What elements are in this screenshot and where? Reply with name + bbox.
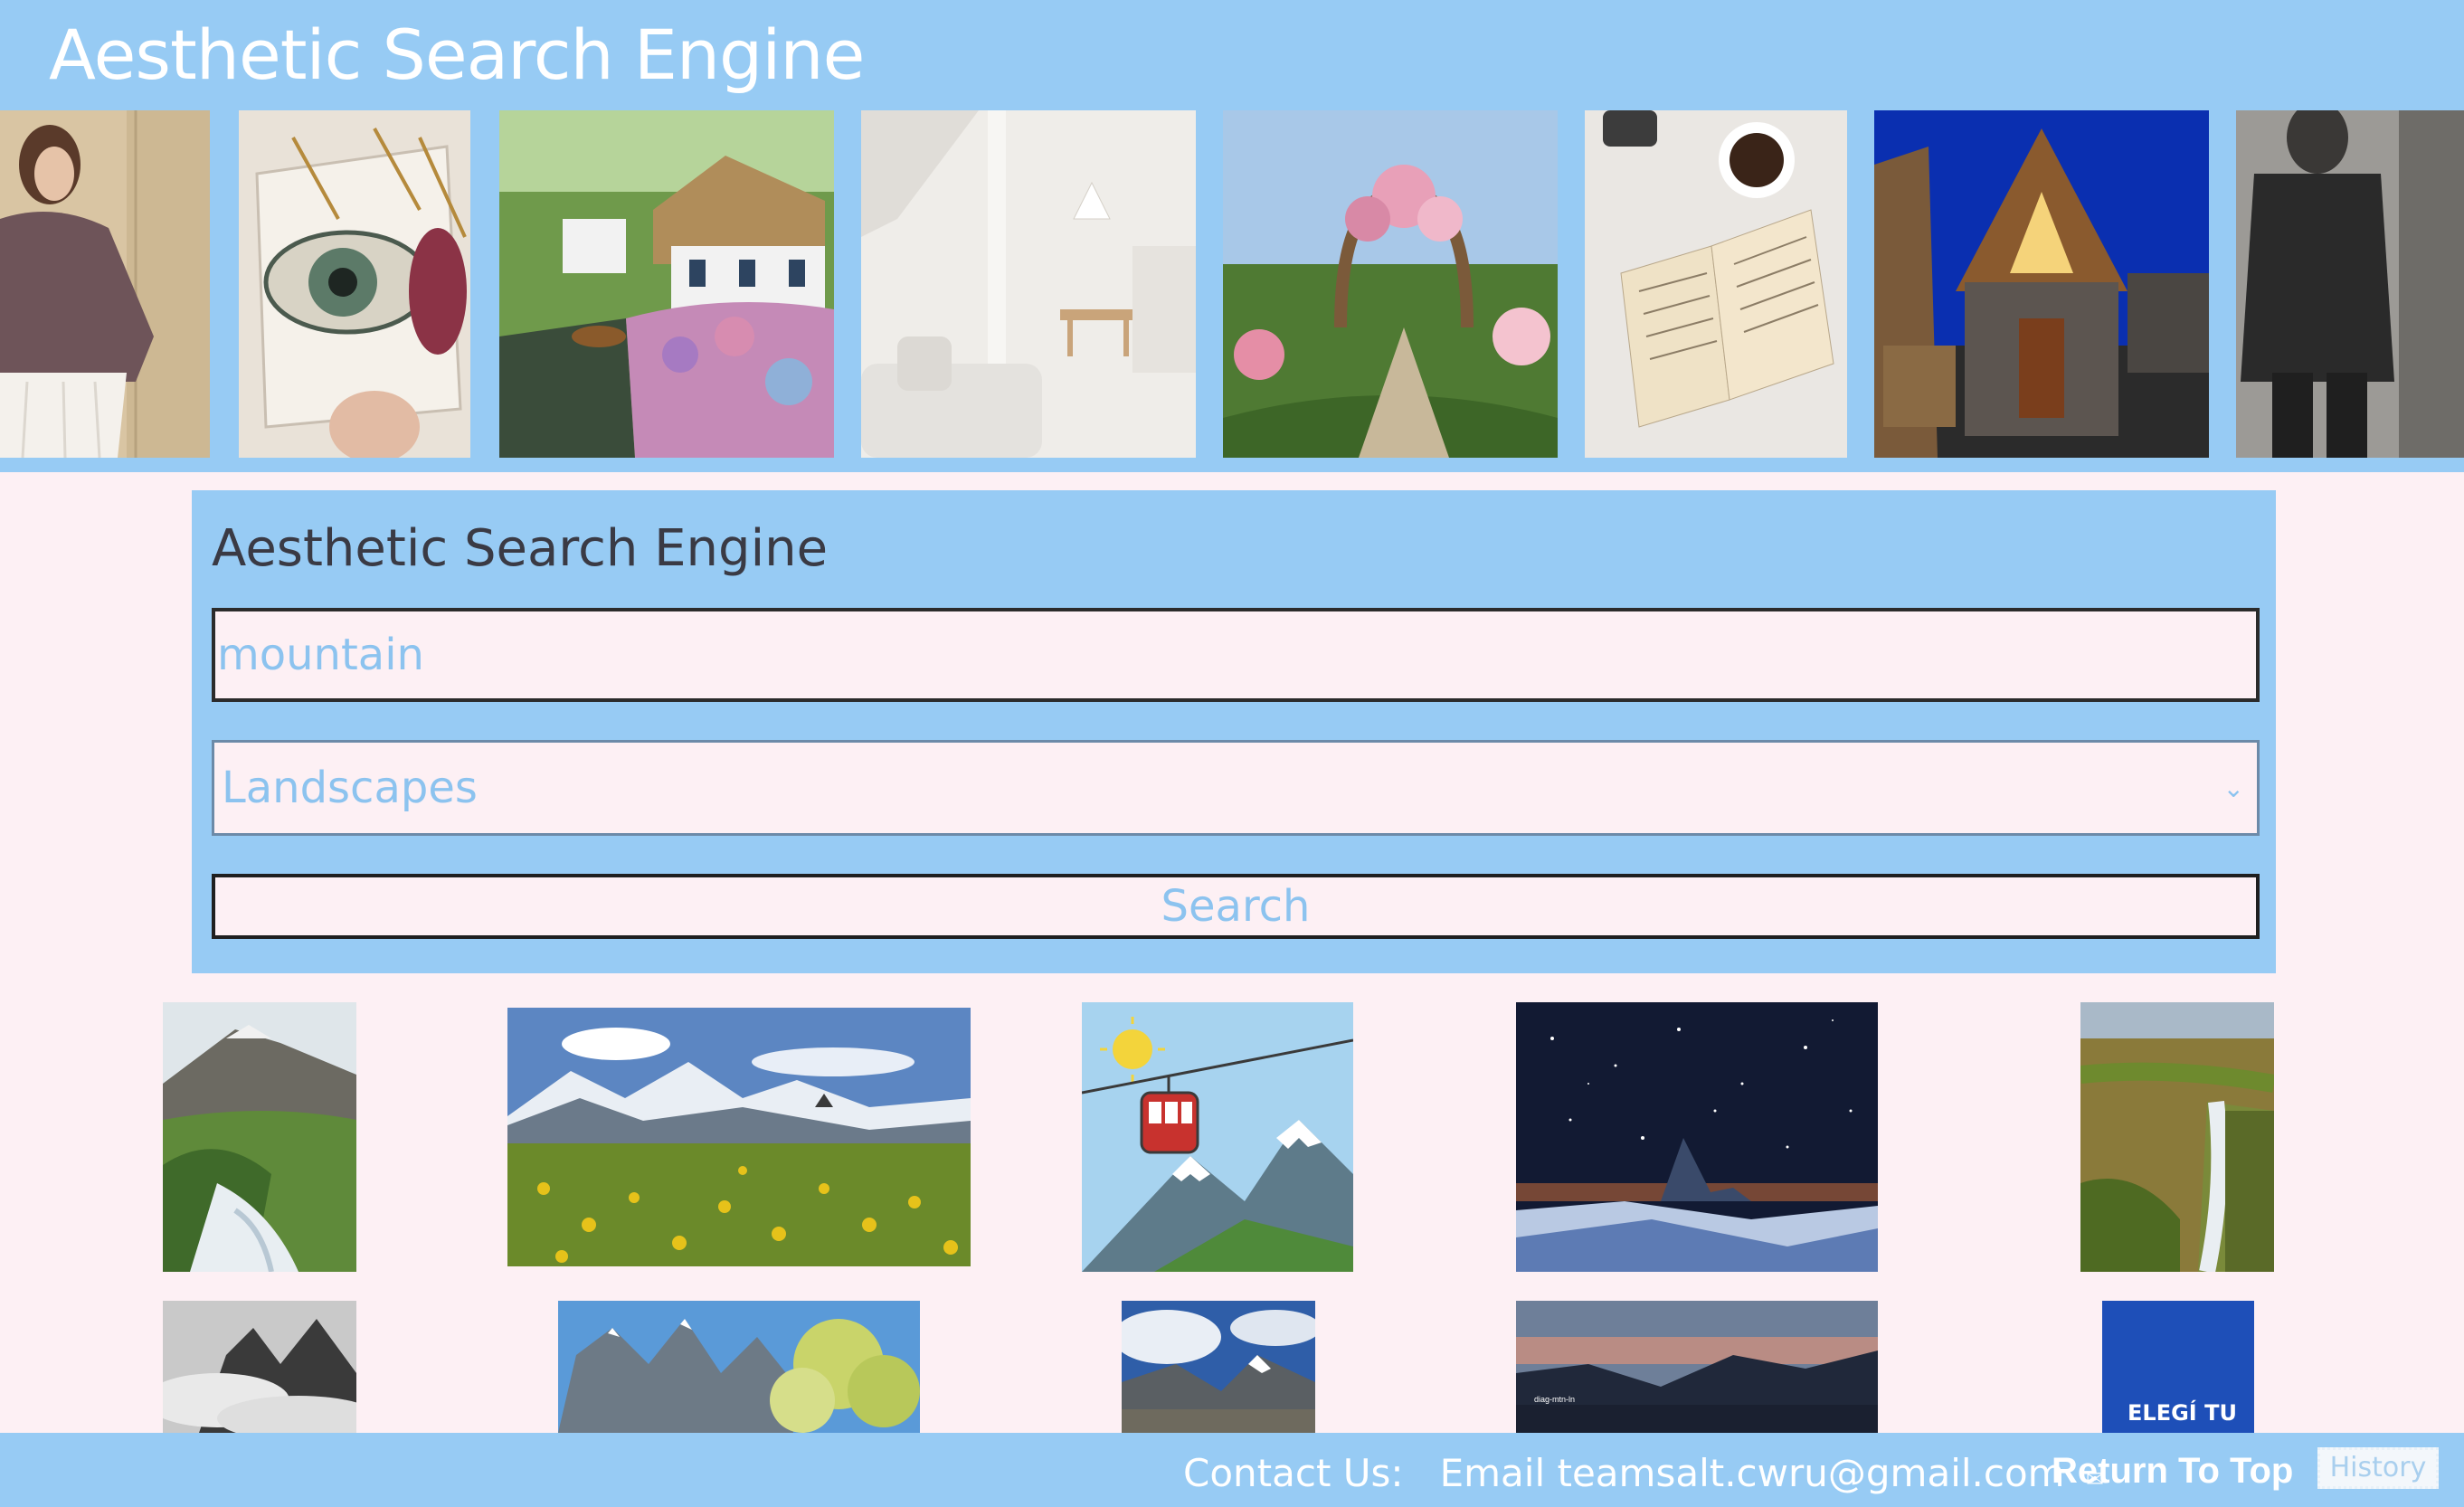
result-image-1[interactable] <box>163 1002 356 1272</box>
result-image-2[interactable] <box>507 1008 971 1266</box>
site-header: Aesthetic Search Engine <box>0 0 2464 472</box>
history-button[interactable]: History <box>2317 1447 2439 1489</box>
search-button[interactable]: Search <box>212 874 2260 939</box>
result-image-6[interactable] <box>163 1301 356 1433</box>
contact-email-link[interactable]: Email teamsalt.cwru@gmail.com <box>1440 1451 2065 1495</box>
banner-image-7[interactable] <box>1874 110 2209 458</box>
banner-image-2[interactable] <box>239 110 470 458</box>
category-select-value: Landscapes <box>222 763 478 813</box>
search-input[interactable] <box>212 608 2260 702</box>
result-image-3[interactable] <box>1082 1002 1353 1272</box>
banner-image-5[interactable] <box>1223 110 1558 458</box>
result-image-7[interactable] <box>558 1301 920 1433</box>
banner-image-8[interactable] <box>2236 110 2464 458</box>
banner-image-3[interactable] <box>499 110 834 458</box>
result-image-10-text: ELEGÍ TU <box>2128 1399 2237 1426</box>
site-footer: Contact Us: Email teamsalt.cwru@gmail.co… <box>0 1433 2464 1507</box>
chevron-down-icon: ⌄ <box>2222 773 2244 803</box>
return-to-top-link[interactable]: Return To Top <box>2052 1451 2293 1492</box>
result-image-9-caption: diag-mtn-ln <box>1534 1395 1575 1404</box>
search-panel: Aesthetic Search Engine Landscapes ⌄ Sea… <box>192 490 2276 973</box>
banner-image-6[interactable] <box>1585 110 1847 458</box>
contact-label: Contact Us: <box>1183 1451 1404 1495</box>
banner-image-4[interactable] <box>861 110 1196 458</box>
results-grid: diag-mtn-ln ELEGÍ TU <box>0 995 2464 1433</box>
result-image-9[interactable]: diag-mtn-ln <box>1516 1301 1878 1433</box>
result-image-8[interactable] <box>1122 1301 1315 1433</box>
result-image-4[interactable] <box>1516 1002 1878 1272</box>
site-title: Aesthetic Search Engine <box>49 14 865 95</box>
result-image-10[interactable]: ELEGÍ TU <box>2102 1301 2254 1433</box>
category-select[interactable]: Landscapes ⌄ <box>212 740 2260 836</box>
search-panel-title: Aesthetic Search Engine <box>212 519 829 578</box>
contact-info: Contact Us: Email teamsalt.cwru@gmail.co… <box>1183 1451 2104 1495</box>
result-image-5[interactable] <box>2080 1002 2274 1272</box>
banner-image-1[interactable] <box>0 110 210 458</box>
